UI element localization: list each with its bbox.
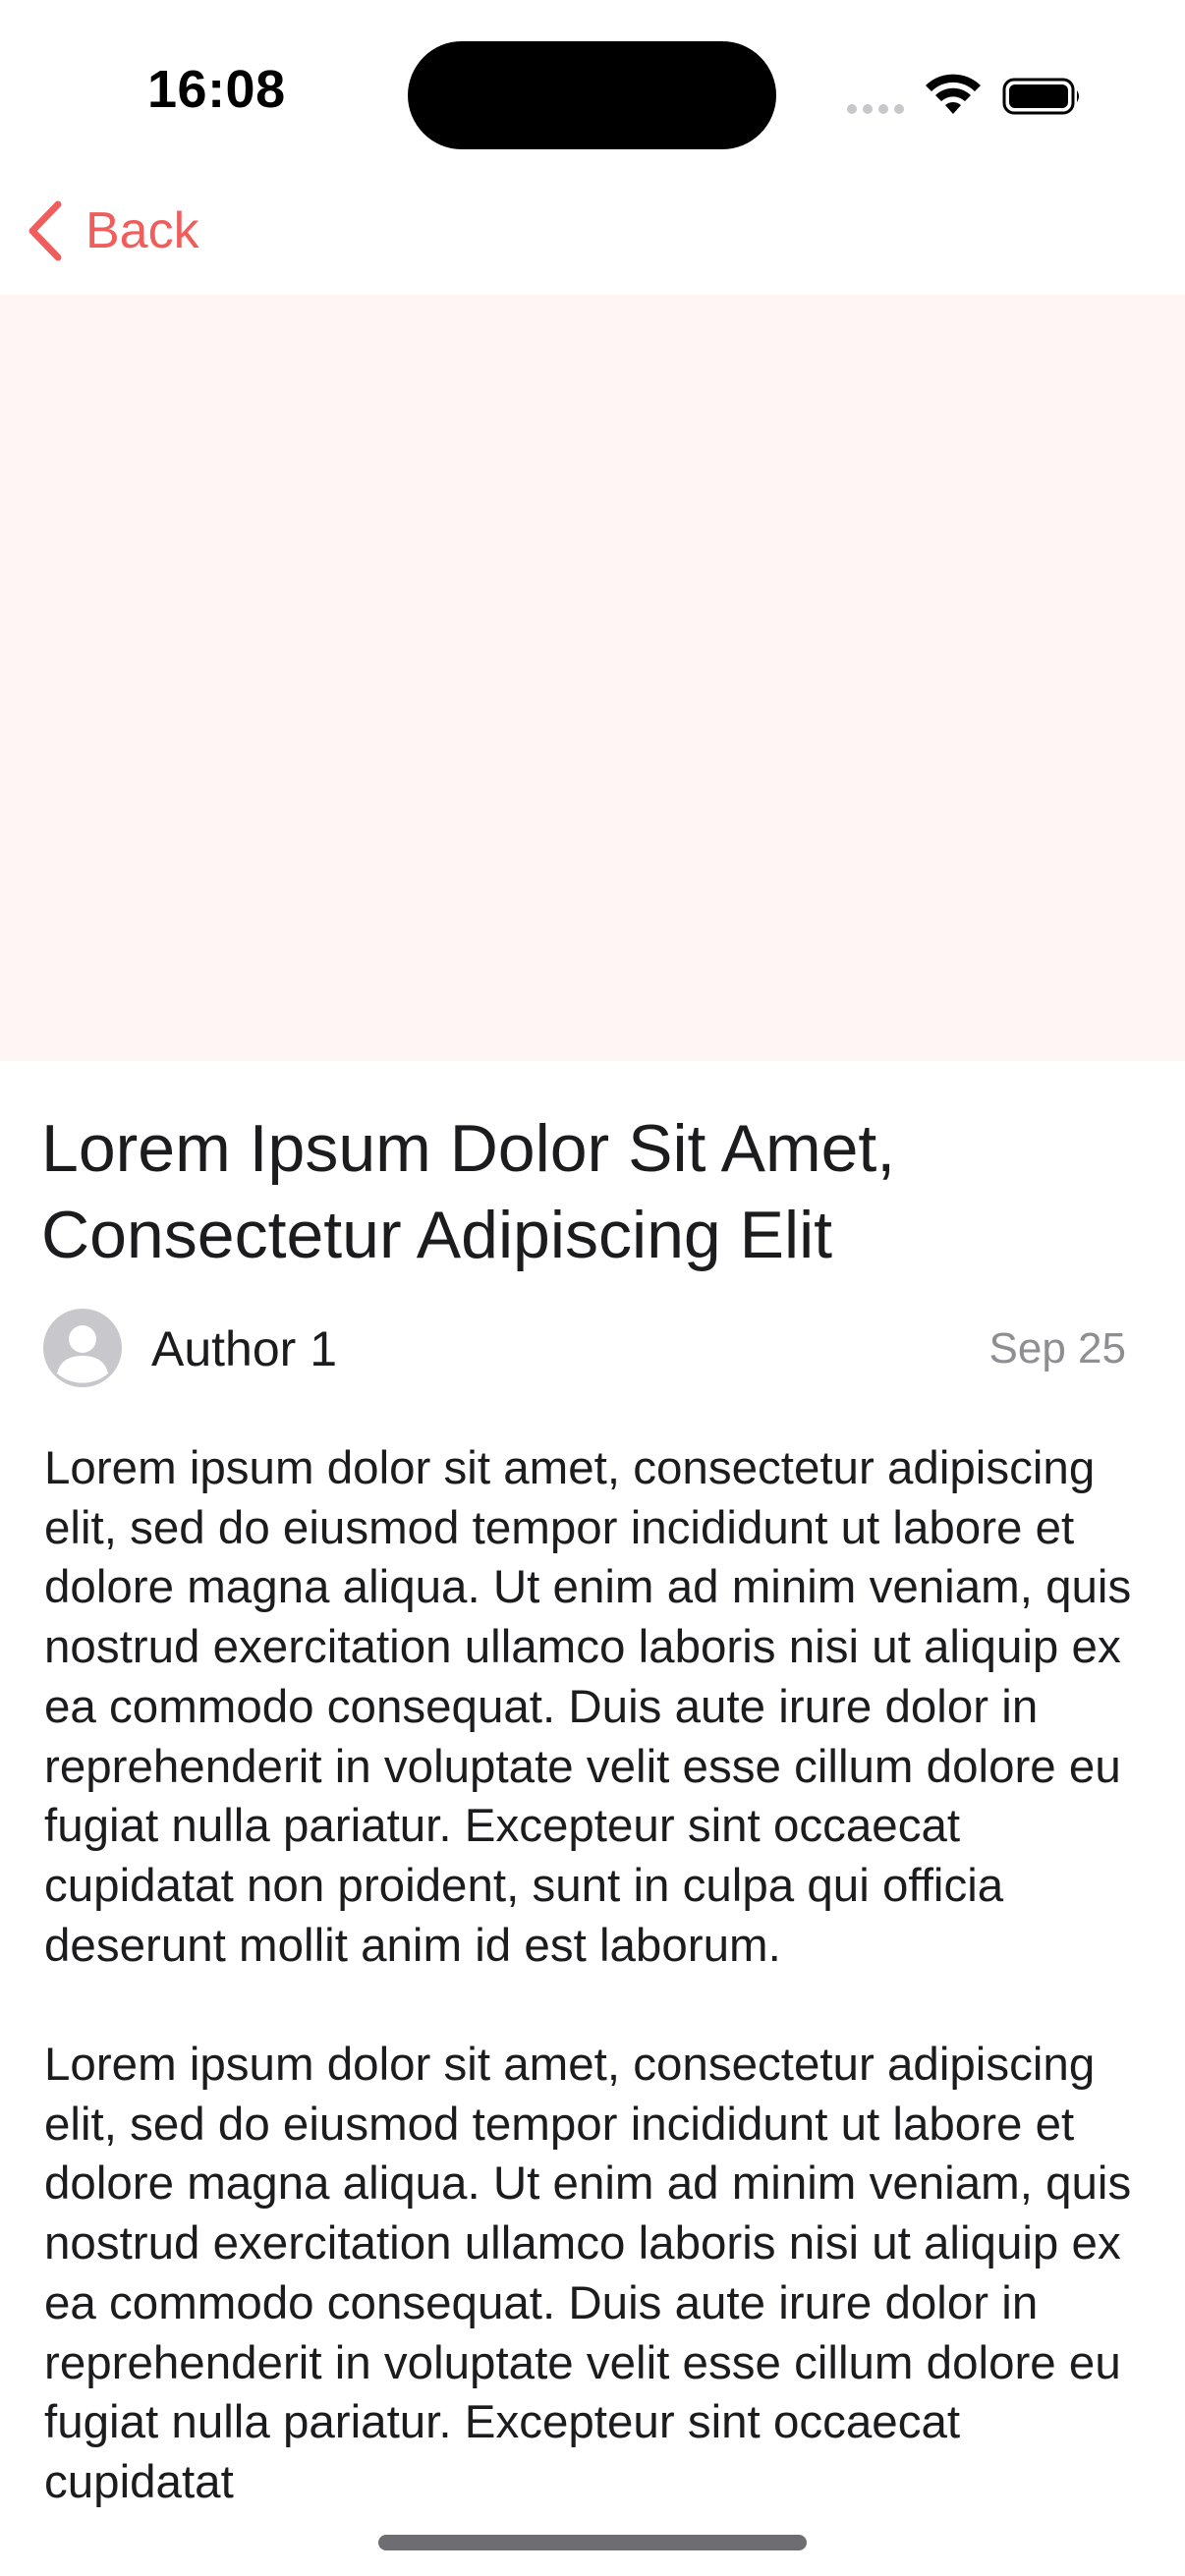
article-meta: Author 1 Sep 25	[41, 1307, 1126, 1389]
article-paragraph: Lorem ipsum dolor sit amet, consectetur …	[44, 1442, 1132, 1972]
chevron-left-icon	[28, 200, 62, 261]
article-hero-image	[0, 295, 1185, 1061]
signal-icon	[847, 103, 906, 115]
article-paragraph: Lorem ipsum dolor sit amet, consectetur …	[44, 2039, 1132, 2508]
back-button[interactable]: Back	[25, 192, 199, 270]
back-button-label: Back	[85, 202, 199, 259]
home-indicator[interactable]	[378, 2535, 807, 2550]
person-circle-icon	[43, 1309, 122, 1387]
article-body: Lorem ipsum dolor sit amet, consectetur …	[44, 1439, 1150, 2572]
article-date: Sep 25	[988, 1324, 1126, 1372]
author-name[interactable]: Author 1	[151, 1320, 337, 1377]
status-bar: 16:08	[0, 0, 1185, 177]
dynamic-island	[408, 41, 776, 149]
article-title: Lorem Ipsum Dolor Sit Amet, Consectetur …	[41, 1111, 896, 1272]
battery-icon	[1002, 78, 1079, 115]
wifi-icon	[926, 74, 981, 114]
status-time: 16:08	[147, 60, 286, 119]
